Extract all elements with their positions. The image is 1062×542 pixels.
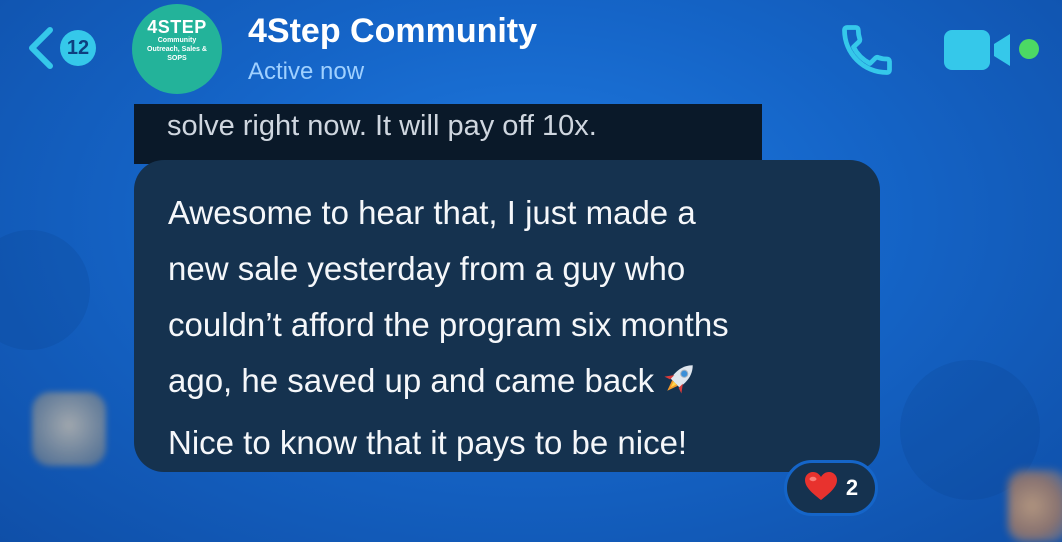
blurred-background-photo [32,392,106,466]
previous-message-text: solve right now. It will pay off 10x. [167,110,597,142]
message-line-with-emoji: ago, he saved up and came back [168,353,860,415]
message-line: new sale yesterday from a guy who [168,250,686,287]
avatar-brand-text: 4STEP [147,17,207,37]
rocket-emoji [660,358,700,415]
message-bubble[interactable]: Awesome to hear that, I just made a new … [134,160,880,472]
message-line-text: ago, he saved up and came back [168,362,655,399]
chat-header: 12 4STEP Community Outreach, Sales & SOP… [0,0,1062,100]
audio-call-button[interactable] [836,20,898,80]
back-button[interactable]: 12 [26,24,96,72]
avatar-text-line: SOPS [167,55,187,62]
message-line: couldn’t afford the program six months [168,306,729,343]
chat-title[interactable]: 4Step Community [248,12,537,51]
message-line: Nice to know that it pays to be nice! [168,424,688,461]
message-line: Awesome to hear that, I just made a [168,194,696,231]
group-avatar[interactable]: 4STEP Community Outreach, Sales & SOPS [132,4,222,94]
active-indicator-dot [1019,39,1039,59]
avatar-text-line: Community [157,37,197,44]
reaction-count: 2 [845,475,859,500]
phone-icon [836,25,898,84]
background-blob [0,230,90,350]
unread-count-badge: 12 [60,30,96,66]
heart-emoji [804,471,838,506]
blurred-background-photo [1008,470,1062,542]
reaction-pill[interactable]: 2 [784,460,878,516]
avatar-text-line: Outreach, Sales & [147,46,207,53]
chevron-left-icon [26,26,56,70]
previous-message[interactable]: solve right now. It will pay off 10x. [134,104,762,164]
video-camera-icon [940,30,1020,82]
active-status: Active now [248,58,365,85]
